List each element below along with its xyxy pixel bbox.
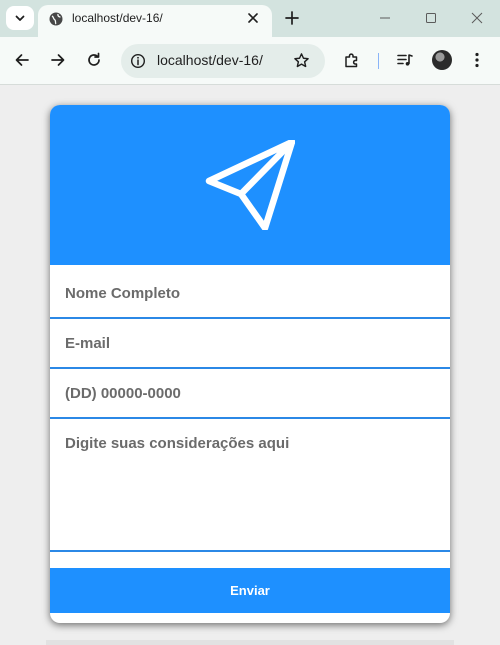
message-textarea[interactable]: Digite suas considerações aqui — [50, 419, 450, 552]
reload-icon[interactable] — [85, 51, 103, 69]
star-icon[interactable] — [293, 52, 310, 69]
media-icon[interactable] — [396, 51, 414, 69]
forward-icon[interactable] — [49, 51, 67, 69]
close-icon[interactable] — [246, 11, 260, 25]
plus-icon[interactable] — [284, 10, 300, 26]
page-bottom-fade — [46, 640, 454, 645]
name-field[interactable]: Nome Completo — [50, 265, 450, 319]
tab-strip: localhost/dev-16/ — [0, 0, 500, 37]
tab-search-button[interactable] — [6, 6, 34, 30]
chevron-down-icon — [15, 15, 25, 21]
toolbar-divider — [378, 53, 379, 69]
extensions-icon[interactable] — [343, 51, 361, 69]
tab-title: localhost/dev-16/ — [72, 11, 163, 25]
email-placeholder: E-mail — [65, 335, 111, 352]
back-icon[interactable] — [13, 51, 31, 69]
info-icon[interactable] — [130, 53, 146, 69]
maximize-icon[interactable] — [424, 11, 438, 25]
address-bar[interactable]: localhost/dev-16/ — [121, 44, 325, 78]
menu-icon[interactable] — [468, 51, 486, 69]
browser-tab[interactable]: localhost/dev-16/ — [38, 5, 272, 37]
contact-form-card: Nome Completo E-mail (DD) 00000-0000 Dig… — [50, 105, 450, 623]
phone-placeholder: (DD) 00000-0000 — [65, 385, 181, 402]
close-window-icon[interactable] — [470, 11, 484, 25]
submit-button[interactable]: Enviar — [50, 568, 450, 613]
form-header — [50, 105, 450, 265]
globe-icon — [49, 12, 63, 26]
message-placeholder: Digite suas considerações aqui — [65, 435, 290, 452]
email-field[interactable]: E-mail — [50, 319, 450, 369]
minimize-icon[interactable] — [378, 11, 392, 25]
send-icon — [205, 140, 295, 230]
phone-field[interactable]: (DD) 00000-0000 — [50, 369, 450, 419]
browser-toolbar: localhost/dev-16/ — [0, 37, 500, 85]
avatar[interactable] — [432, 50, 452, 70]
name-placeholder: Nome Completo — [65, 285, 181, 302]
url-text[interactable]: localhost/dev-16/ — [157, 52, 263, 69]
